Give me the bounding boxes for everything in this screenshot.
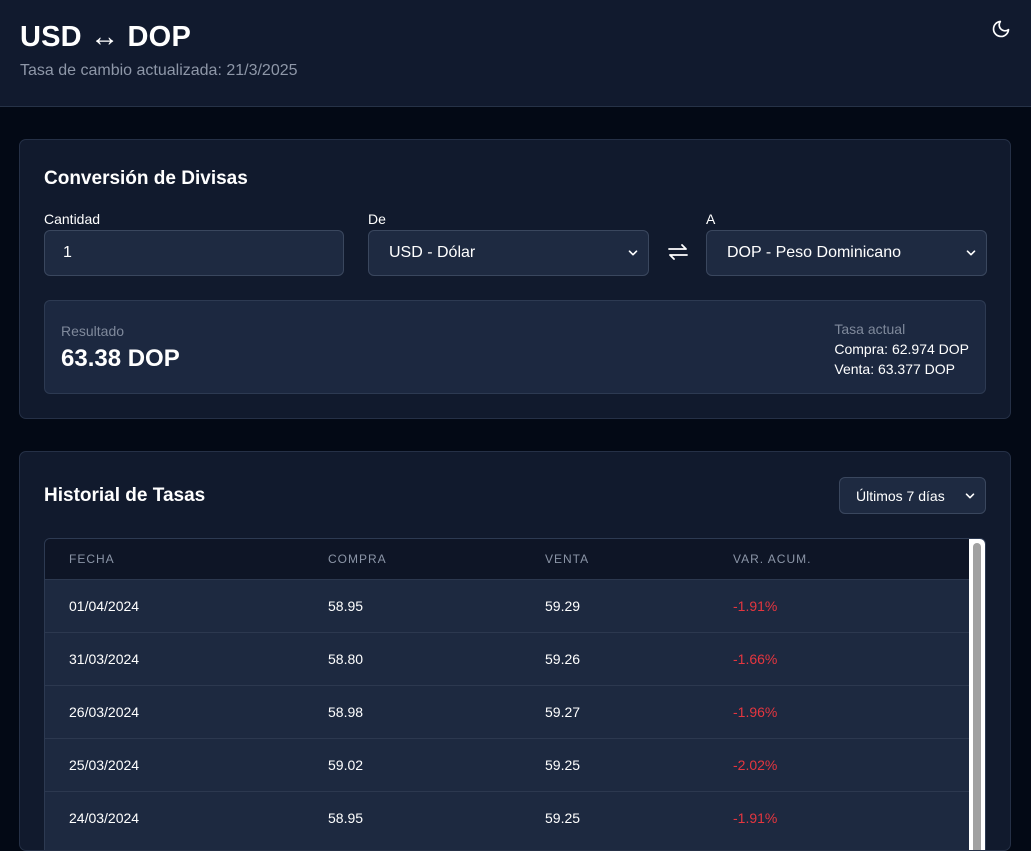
history-table: FECHA COMPRA VENTA VAR. ACUM. 01/04/2024… bbox=[45, 539, 971, 844]
cell-fecha: 01/04/2024 bbox=[69, 597, 140, 614]
theme-toggle-button[interactable] bbox=[988, 16, 1014, 42]
column-header-venta: VENTA bbox=[545, 551, 590, 566]
amount-label: Cantidad bbox=[44, 211, 101, 227]
history-title: Historial de Tasas bbox=[44, 485, 206, 506]
cell-var: -1.66% bbox=[733, 650, 778, 667]
cell-compra: 58.95 bbox=[328, 809, 364, 826]
last-updated-text: Tasa de cambio actualizada: 21/3/2025 bbox=[20, 62, 298, 79]
amount-input[interactable] bbox=[44, 230, 344, 276]
table-row: 01/04/2024 58.95 59.29 -1.91% bbox=[45, 579, 971, 632]
moon-icon bbox=[992, 20, 1010, 38]
cell-venta: 59.25 bbox=[545, 809, 581, 826]
from-currency-label: De bbox=[368, 211, 386, 227]
app-header: USD ↔ DOP Tasa de cambio actualizada: 21… bbox=[0, 0, 1031, 107]
cell-var: -2.02% bbox=[733, 756, 778, 773]
cell-var: -1.91% bbox=[733, 809, 778, 826]
page-title: USD ↔ DOP bbox=[20, 21, 191, 53]
history-table-container: FECHA COMPRA VENTA VAR. ACUM. 01/04/2024… bbox=[44, 538, 986, 850]
period-select[interactable]: Últimos 7 días bbox=[839, 477, 986, 514]
column-header-var: VAR. ACUM. bbox=[733, 551, 812, 566]
chevron-down-icon bbox=[965, 492, 975, 498]
buy-rate: Compra: 62.974 DOP bbox=[834, 341, 969, 357]
cell-venta: 59.27 bbox=[545, 703, 581, 720]
current-rate-block: Tasa actual Compra: 62.974 DOP Venta: 63… bbox=[834, 319, 969, 379]
swap-currencies-button[interactable] bbox=[664, 238, 692, 266]
chevron-down-icon bbox=[966, 250, 976, 256]
to-currency-select[interactable]: DOP - Peso Dominicano bbox=[706, 230, 987, 276]
cell-venta: 59.26 bbox=[545, 650, 581, 667]
column-header-compra: COMPRA bbox=[328, 551, 387, 566]
cell-compra: 58.95 bbox=[328, 597, 364, 614]
to-currency-value: DOP - Peso Dominicano bbox=[727, 244, 901, 261]
chevron-down-icon bbox=[628, 250, 638, 256]
cell-venta: 59.29 bbox=[545, 597, 581, 614]
cell-compra: 58.80 bbox=[328, 650, 364, 667]
converter-title: Conversión de Divisas bbox=[44, 168, 248, 189]
result-label: Resultado bbox=[61, 323, 125, 339]
cell-var: -1.96% bbox=[733, 703, 778, 720]
period-value: Últimos 7 días bbox=[856, 487, 945, 504]
to-currency-label: A bbox=[706, 211, 716, 227]
swap-arrows-icon bbox=[668, 244, 688, 260]
cell-fecha: 26/03/2024 bbox=[69, 703, 140, 720]
current-rate-title: Tasa actual bbox=[834, 321, 906, 337]
cell-compra: 59.02 bbox=[328, 756, 364, 773]
scrollbar-thumb[interactable] bbox=[973, 543, 981, 850]
cell-fecha: 31/03/2024 bbox=[69, 650, 140, 667]
table-row: 31/03/2024 58.80 59.26 -1.66% bbox=[45, 632, 971, 685]
from-currency-value: USD - Dólar bbox=[389, 244, 476, 261]
sell-rate: Venta: 63.377 DOP bbox=[834, 361, 956, 377]
history-card: Historial de Tasas Últimos 7 días FECHA … bbox=[19, 451, 1011, 851]
cell-fecha: 25/03/2024 bbox=[69, 756, 140, 773]
table-header-row: FECHA COMPRA VENTA VAR. ACUM. bbox=[45, 539, 971, 579]
from-currency-select[interactable]: USD - Dólar bbox=[368, 230, 649, 276]
result-value: 63.38 DOP bbox=[61, 345, 180, 372]
table-row: 25/03/2024 59.02 59.25 -2.02% bbox=[45, 738, 971, 791]
cell-var: -1.91% bbox=[733, 597, 778, 614]
table-row: 26/03/2024 58.98 59.27 -1.96% bbox=[45, 685, 971, 738]
cell-fecha: 24/03/2024 bbox=[69, 809, 140, 826]
table-scrollbar[interactable] bbox=[969, 539, 985, 850]
table-row: 24/03/2024 58.95 59.25 -1.91% bbox=[45, 791, 971, 844]
cell-compra: 58.98 bbox=[328, 703, 364, 720]
cell-venta: 59.25 bbox=[545, 756, 581, 773]
column-header-fecha: FECHA bbox=[69, 551, 115, 566]
converter-card: Conversión de Divisas Cantidad De USD - … bbox=[19, 139, 1011, 419]
result-panel: Resultado 63.38 DOP Tasa actual Compra: … bbox=[44, 300, 986, 394]
